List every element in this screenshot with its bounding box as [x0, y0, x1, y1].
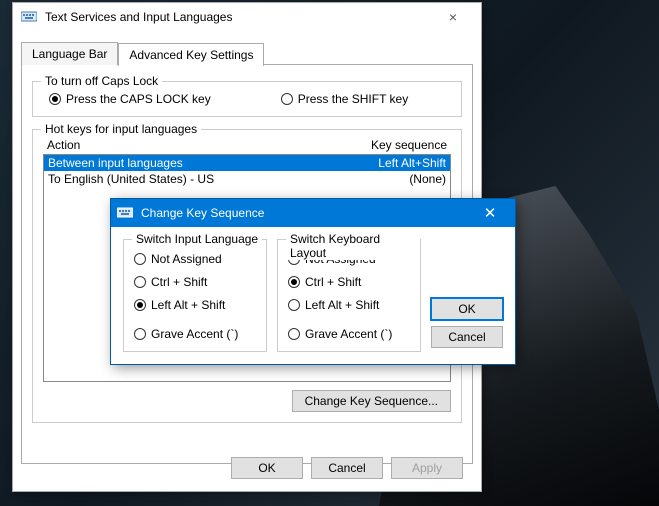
ok-button[interactable]: OK — [231, 457, 303, 479]
radio-icon — [281, 93, 293, 105]
tab-label: Advanced Key Settings — [129, 48, 253, 62]
radio-label: Left Alt + Shift — [305, 298, 379, 312]
ok-button[interactable]: OK — [431, 298, 503, 320]
radio-icon — [49, 93, 61, 105]
radio-ctrl-shift[interactable]: Ctrl + Shift — [288, 275, 410, 289]
button-label: OK — [458, 302, 475, 316]
tab-label: Language Bar — [32, 47, 107, 61]
radio-label: Press the SHIFT key — [298, 92, 408, 106]
radio-icon — [288, 299, 300, 311]
radio-label: Ctrl + Shift — [305, 275, 361, 289]
radio-caps-lock[interactable]: Press the CAPS LOCK key — [49, 92, 211, 106]
change-key-sequence-dialog: Change Key Sequence ✕ Switch Input Langu… — [110, 198, 516, 365]
radio-label: Ctrl + Shift — [151, 275, 207, 289]
radio-left-alt-shift[interactable]: Left Alt + Shift — [134, 298, 256, 312]
dialog-title: Text Services and Input Languages — [45, 10, 433, 24]
list-item-action: Between input languages — [48, 156, 326, 170]
modal-title: Change Key Sequence — [141, 206, 471, 220]
list-item[interactable]: To English (United States) - US (None) — [44, 171, 450, 187]
radio-not-assigned[interactable]: Not Assigned — [134, 252, 256, 266]
radio-icon — [134, 299, 146, 311]
switch-keyboard-layout-group: Switch Keyboard Layout Not Assigned Ctrl… — [277, 239, 421, 352]
close-button[interactable]: ✕ — [471, 204, 509, 222]
tab-strip: Language Bar Advanced Key Settings — [21, 41, 473, 64]
group-label: Switch Keyboard Layout — [286, 232, 420, 260]
radio-icon — [288, 328, 300, 340]
switch-input-language-group: Switch Input Language Not Assigned Ctrl … — [123, 239, 267, 352]
cancel-button[interactable]: Cancel — [431, 326, 503, 348]
radio-label: Not Assigned — [151, 252, 222, 266]
radio-icon — [134, 276, 146, 288]
radio-grave-accent[interactable]: Grave Accent (`) — [288, 327, 410, 341]
caps-lock-group: To turn off Caps Lock Press the CAPS LOC… — [32, 81, 462, 117]
radio-label: Press the CAPS LOCK key — [66, 92, 211, 106]
radio-label: Grave Accent (`) — [305, 327, 392, 341]
column-header-action: Action — [47, 138, 327, 152]
radio-ctrl-shift[interactable]: Ctrl + Shift — [134, 275, 256, 289]
cancel-button[interactable]: Cancel — [311, 457, 383, 479]
radio-shift-key[interactable]: Press the SHIFT key — [281, 92, 408, 106]
button-label: Apply — [412, 461, 442, 475]
button-label: Change Key Sequence... — [305, 394, 438, 408]
radio-icon — [288, 276, 300, 288]
list-item-sequence: (None) — [326, 172, 446, 186]
radio-label: Left Alt + Shift — [151, 298, 225, 312]
keyboard-icon — [21, 9, 37, 25]
keyboard-icon — [117, 205, 133, 221]
group-label: Hot keys for input languages — [41, 122, 201, 136]
modal-title-bar: Change Key Sequence ✕ — [111, 199, 515, 227]
radio-icon — [134, 253, 146, 265]
button-label: Cancel — [328, 461, 365, 475]
change-key-sequence-button[interactable]: Change Key Sequence... — [292, 390, 451, 412]
tab-advanced-key-settings[interactable]: Advanced Key Settings — [118, 43, 264, 66]
radio-label: Grave Accent (`) — [151, 327, 238, 341]
list-item-action: To English (United States) - US — [48, 172, 326, 186]
button-label: OK — [258, 461, 275, 475]
group-label: Switch Input Language — [132, 232, 262, 246]
group-label: To turn off Caps Lock — [41, 74, 162, 88]
column-header-sequence: Key sequence — [327, 138, 447, 152]
tab-language-bar[interactable]: Language Bar — [21, 42, 118, 65]
close-button[interactable]: × — [433, 9, 473, 25]
radio-left-alt-shift[interactable]: Left Alt + Shift — [288, 298, 410, 312]
list-item-sequence: Left Alt+Shift — [326, 156, 446, 170]
radio-grave-accent[interactable]: Grave Accent (`) — [134, 327, 256, 341]
apply-button[interactable]: Apply — [391, 457, 463, 479]
list-item[interactable]: Between input languages Left Alt+Shift — [44, 155, 450, 171]
button-label: Cancel — [448, 330, 485, 344]
title-bar: Text Services and Input Languages × — [13, 3, 481, 31]
radio-icon — [134, 328, 146, 340]
